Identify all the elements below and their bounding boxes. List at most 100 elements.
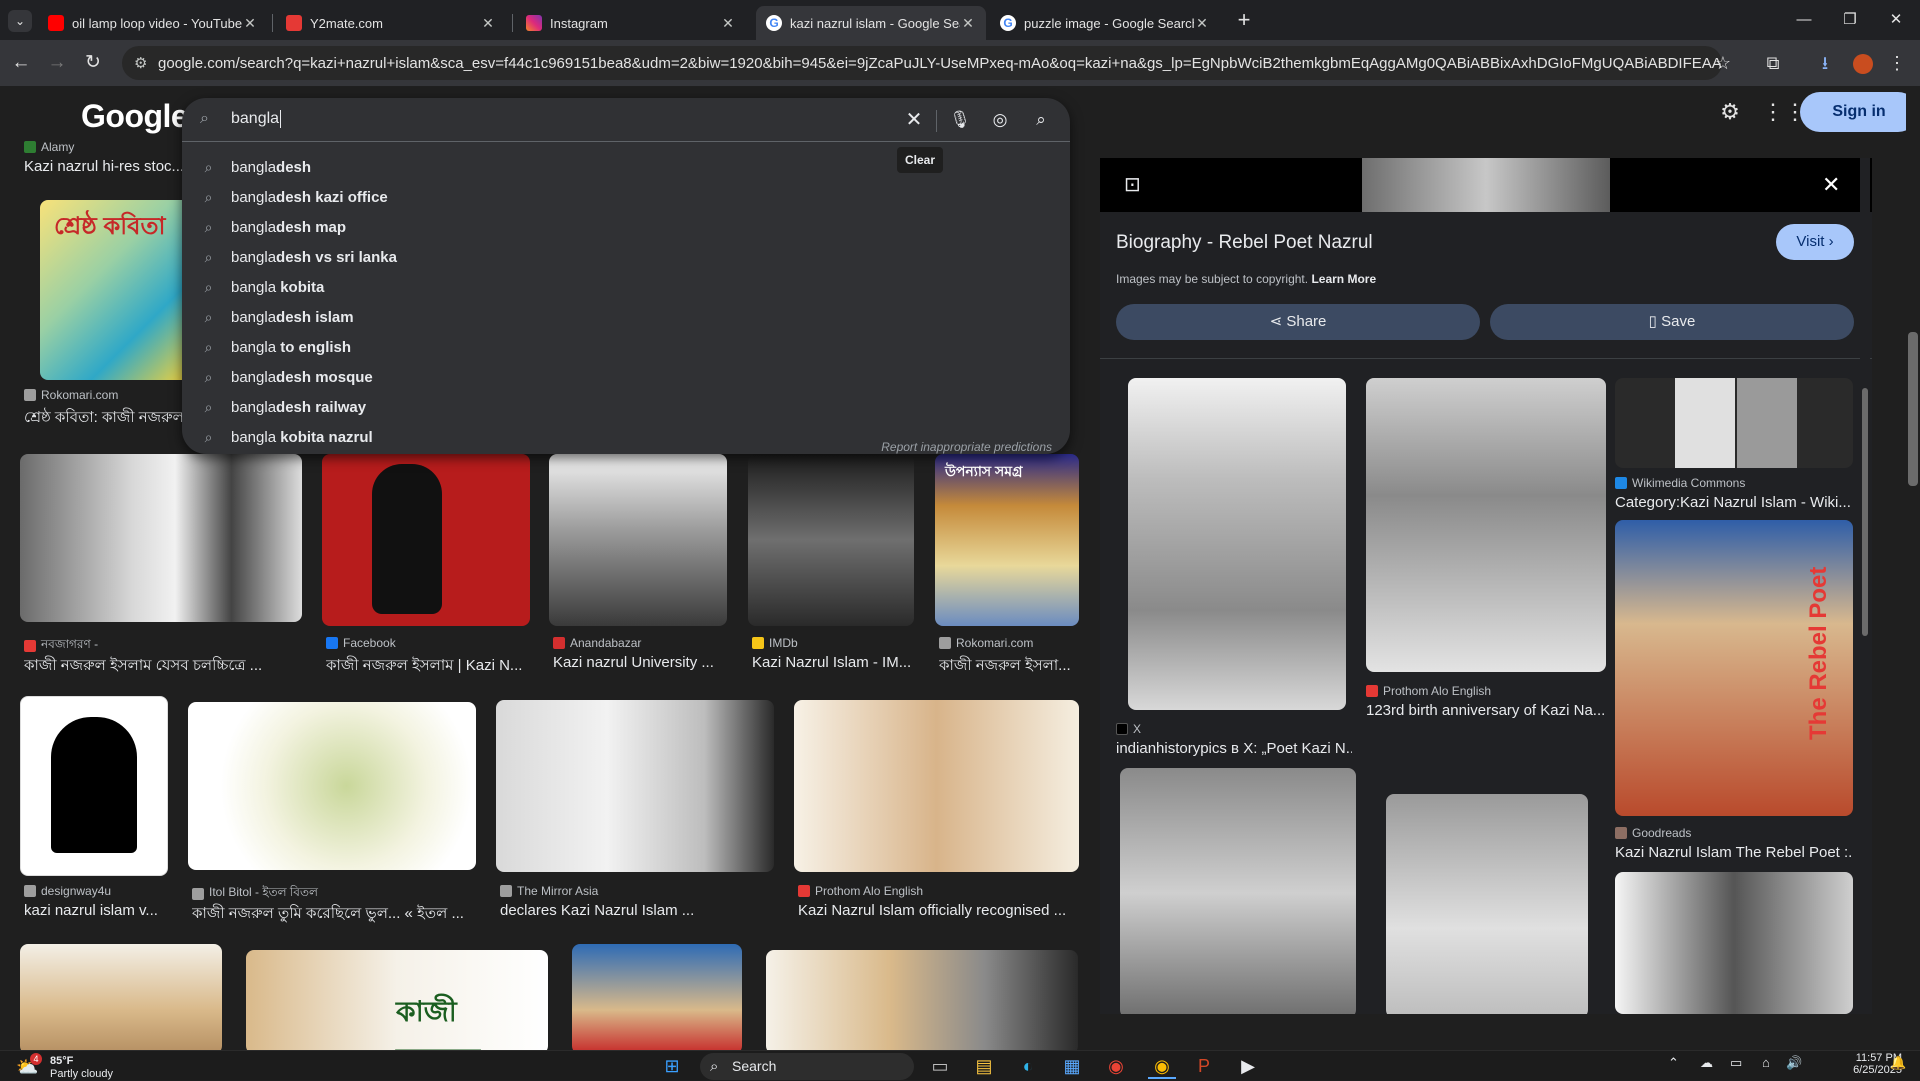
suggestion-item[interactable]: ⌕ bangla desh vs sri lanka	[182, 242, 1070, 272]
chrome-active-icon[interactable]: ◉	[1148, 1053, 1176, 1079]
lens-search-icon[interactable]: ⊡	[1124, 172, 1141, 197]
tab-kazi-nazrul-search[interactable]: G kazi nazrul islam - Google Search ✕	[756, 6, 986, 40]
network-icon[interactable]: ⌂	[1762, 1055, 1770, 1070]
result-image[interactable]	[322, 454, 530, 626]
sign-in-button[interactable]: Sign in	[1800, 92, 1918, 132]
close-tab-icon[interactable]: ✕	[960, 15, 976, 32]
camera-lens-icon[interactable]: ◎	[988, 108, 1012, 132]
related-image[interactable]	[1120, 768, 1356, 1014]
volume-icon[interactable]: 🔊	[1786, 1055, 1802, 1071]
result-caption[interactable]: indianhistorypics в X: „Poet Kazi N...	[1116, 740, 1352, 757]
suggestion-item[interactable]: ⌕ bangla desh islam	[182, 302, 1070, 332]
page-scrollbar-thumb[interactable]	[1908, 332, 1918, 486]
result-image[interactable]	[20, 454, 302, 622]
apps-grid-icon[interactable]: ⋮⋮	[1762, 98, 1806, 126]
tab-puzzle-search[interactable]: G puzzle image - Google Search ✕	[990, 6, 1220, 40]
browser-menu-icon[interactable]: ⋮	[1884, 50, 1910, 76]
file-explorer-icon[interactable]: ▤	[970, 1053, 998, 1079]
result-image[interactable]: কাজী নজরুল	[246, 950, 548, 1050]
result-caption[interactable]: Category:Kazi Nazrul Islam - Wiki...	[1615, 494, 1853, 511]
visit-button[interactable]: Visit ›	[1776, 224, 1854, 260]
tab-search-icon[interactable]: ⌄	[8, 10, 32, 32]
close-tab-icon[interactable]: ✕	[720, 15, 736, 32]
tab-youtube[interactable]: oil lamp loop video - YouTube ✕	[38, 6, 268, 40]
tray-overflow-icon[interactable]: ⌃	[1668, 1055, 1679, 1071]
result-image[interactable]	[188, 702, 476, 870]
related-image[interactable]	[1366, 378, 1606, 672]
result-image[interactable]	[20, 944, 222, 1050]
tab-instagram[interactable]: Instagram ✕	[516, 6, 746, 40]
result-caption[interactable]: Kazi Nazrul Islam - IM...	[752, 654, 918, 671]
result-image[interactable]: উপন্যাস সমগ্র	[935, 454, 1079, 626]
suggestion-item[interactable]: ⌕ bangla desh mosque	[182, 362, 1070, 392]
clear-icon[interactable]: ✕	[902, 108, 926, 132]
suggestion-item[interactable]: ⌕ bangla desh railway	[182, 392, 1070, 422]
task-view-icon[interactable]: ▭	[926, 1053, 954, 1079]
related-image[interactable]: The Rebel Poet	[1615, 520, 1853, 816]
close-tab-icon[interactable]: ✕	[480, 15, 496, 32]
minimize-icon[interactable]: —	[1784, 8, 1824, 32]
result-caption[interactable]: কাজী নজরুল ইসলাম যেসব চলচ্চিত্রে ...	[24, 654, 306, 679]
powerpoint-icon[interactable]: P	[1190, 1053, 1218, 1079]
download-icon[interactable]: ⭳	[1812, 50, 1838, 76]
onedrive-icon[interactable]: ☁	[1700, 1055, 1713, 1071]
edge-icon[interactable]: ◐	[1014, 1053, 1042, 1079]
result-image[interactable]	[794, 700, 1079, 872]
learn-more-link[interactable]: Learn More	[1311, 272, 1376, 286]
suggestion-item[interactable]: ⌕ bangla desh kazi office	[182, 182, 1070, 212]
share-button[interactable]: ⋖ Share	[1116, 304, 1480, 340]
result-caption[interactable]: কাজী নজরুল ইসলা...	[939, 654, 1083, 679]
search-box[interactable]: ⌕ bangla ✕ 🎙 ◎ ⌕	[182, 98, 1070, 142]
suggestion-item[interactable]: ⌕ bangla to english	[182, 332, 1070, 362]
result-caption[interactable]: Kazi nazrul University ...	[553, 654, 731, 671]
result-caption[interactable]: কাজী নজরুল তুমি করেছিলে ভুল... « ইতল ...	[192, 902, 480, 927]
result-image[interactable]	[549, 454, 727, 626]
chrome-icon[interactable]: ◉	[1102, 1053, 1130, 1079]
close-tab-icon[interactable]: ✕	[242, 15, 258, 32]
restore-icon[interactable]: ❐	[1830, 8, 1870, 32]
reload-icon[interactable]: ↻	[78, 48, 108, 78]
taskbar-search[interactable]: ⌕ Search	[700, 1053, 914, 1080]
result-image[interactable]	[766, 950, 1078, 1050]
close-window-icon[interactable]: ✕	[1876, 8, 1916, 32]
result-caption[interactable]: kazi nazrul islam v...	[24, 902, 184, 919]
suggestion-item[interactable]: ⌕ bangla kobita	[182, 272, 1070, 302]
back-icon[interactable]: ←	[6, 48, 36, 78]
search-submit-icon[interactable]: ⌕	[1029, 108, 1053, 132]
forward-icon[interactable]: →	[42, 48, 72, 78]
windows-start-icon[interactable]: ⊞	[658, 1053, 686, 1079]
tab-y2mate[interactable]: Y2mate.com ✕	[276, 6, 506, 40]
result-caption[interactable]: 123rd birth anniversary of Kazi Na...	[1366, 702, 1606, 719]
related-image[interactable]	[1615, 872, 1853, 1014]
save-button[interactable]: ▯ Save	[1490, 304, 1854, 340]
result-caption[interactable]: Kazi nazrul hi-res stoc...	[24, 158, 184, 175]
extensions-icon[interactable]: ⧉	[1760, 50, 1786, 76]
new-tab-button[interactable]: +	[1230, 6, 1258, 34]
google-logo[interactable]: Google	[81, 98, 189, 135]
settings-gear-icon[interactable]: ⚙	[1716, 98, 1744, 126]
preview-title[interactable]: Biography - Rebel Poet Nazrul	[1116, 232, 1373, 254]
panel-scrollbar-thumb[interactable]	[1862, 388, 1868, 636]
preview-image[interactable]	[1362, 158, 1610, 212]
result-image[interactable]	[496, 700, 774, 872]
notification-bell-icon[interactable]: 🔔	[1890, 1055, 1906, 1071]
suggestion-item[interactable]: ⌕ bangla desh map	[182, 212, 1070, 242]
result-caption[interactable]: শ্রেষ্ঠ কবিতা: কাজী নজরুল	[24, 406, 184, 431]
results-scrollbar[interactable]	[1082, 86, 1092, 1050]
microphone-icon[interactable]: 🎙	[948, 108, 972, 132]
result-image[interactable]	[748, 454, 914, 626]
profile-avatar[interactable]	[1850, 50, 1876, 76]
result-image-book[interactable]: শ্রেষ্ঠ কবিতা	[40, 200, 190, 380]
result-caption[interactable]: declares Kazi Nazrul Islam ...	[500, 902, 778, 919]
media-player-icon[interactable]: ▶	[1234, 1053, 1262, 1079]
address-bar[interactable]: ⚙ google.com/search?q=kazi+nazrul+islam&…	[122, 46, 1722, 80]
battery-icon[interactable]: ▭	[1730, 1055, 1742, 1071]
result-caption[interactable]: কাজী নজরুল ইসলাম | Kazi N...	[326, 654, 534, 679]
result-caption[interactable]: Kazi Nazrul Islam officially recognised …	[798, 902, 1083, 919]
result-caption[interactable]: Kazi Nazrul Islam The Rebel Poet :...	[1615, 844, 1853, 861]
weather-widget[interactable]: ⛅ 4 85°F Partly cloudy	[16, 1053, 136, 1081]
related-image[interactable]	[1615, 378, 1853, 468]
store-icon[interactable]: ▦	[1058, 1053, 1086, 1079]
bookmark-star-icon[interactable]: ☆	[1710, 50, 1736, 76]
suggestion-item[interactable]: ⌕ bangla desh	[182, 152, 1070, 182]
